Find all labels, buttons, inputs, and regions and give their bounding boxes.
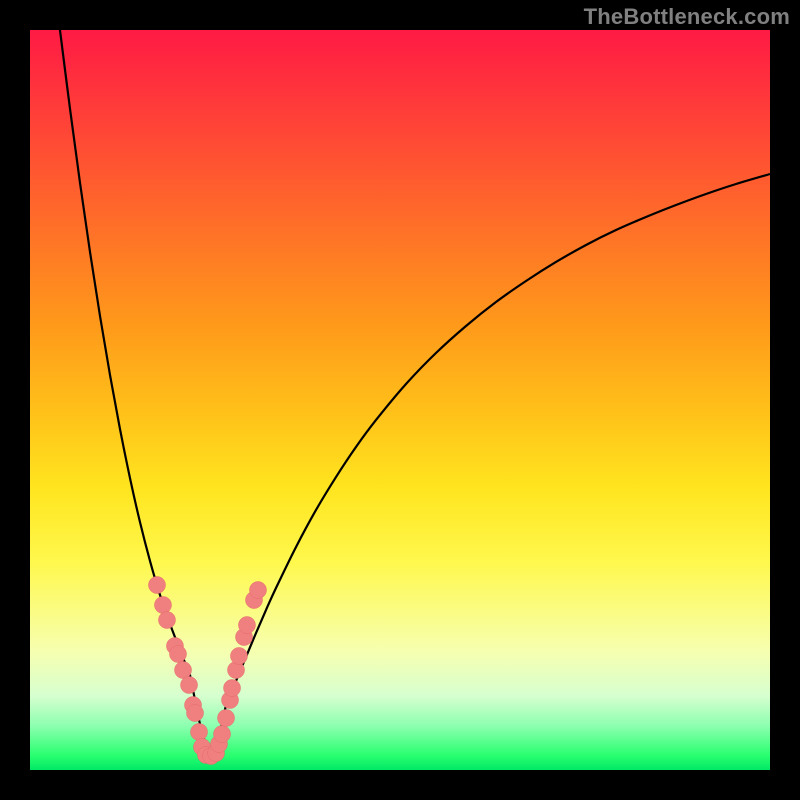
data-marker <box>249 582 266 599</box>
data-marker <box>191 723 208 740</box>
data-marker <box>181 676 198 693</box>
data-marker <box>158 612 175 629</box>
data-marker <box>187 705 204 722</box>
data-marker <box>214 726 231 743</box>
data-marker <box>148 577 165 594</box>
data-marker <box>154 596 171 613</box>
data-marker <box>175 662 192 679</box>
marker-layer <box>30 30 770 770</box>
data-marker <box>238 617 255 634</box>
plot-area <box>30 30 770 770</box>
data-marker <box>224 680 241 697</box>
watermark-text: TheBottleneck.com <box>584 4 790 30</box>
chart-frame: TheBottleneck.com <box>0 0 800 800</box>
data-marker <box>230 647 247 664</box>
data-marker <box>218 709 235 726</box>
data-marker <box>170 645 187 662</box>
